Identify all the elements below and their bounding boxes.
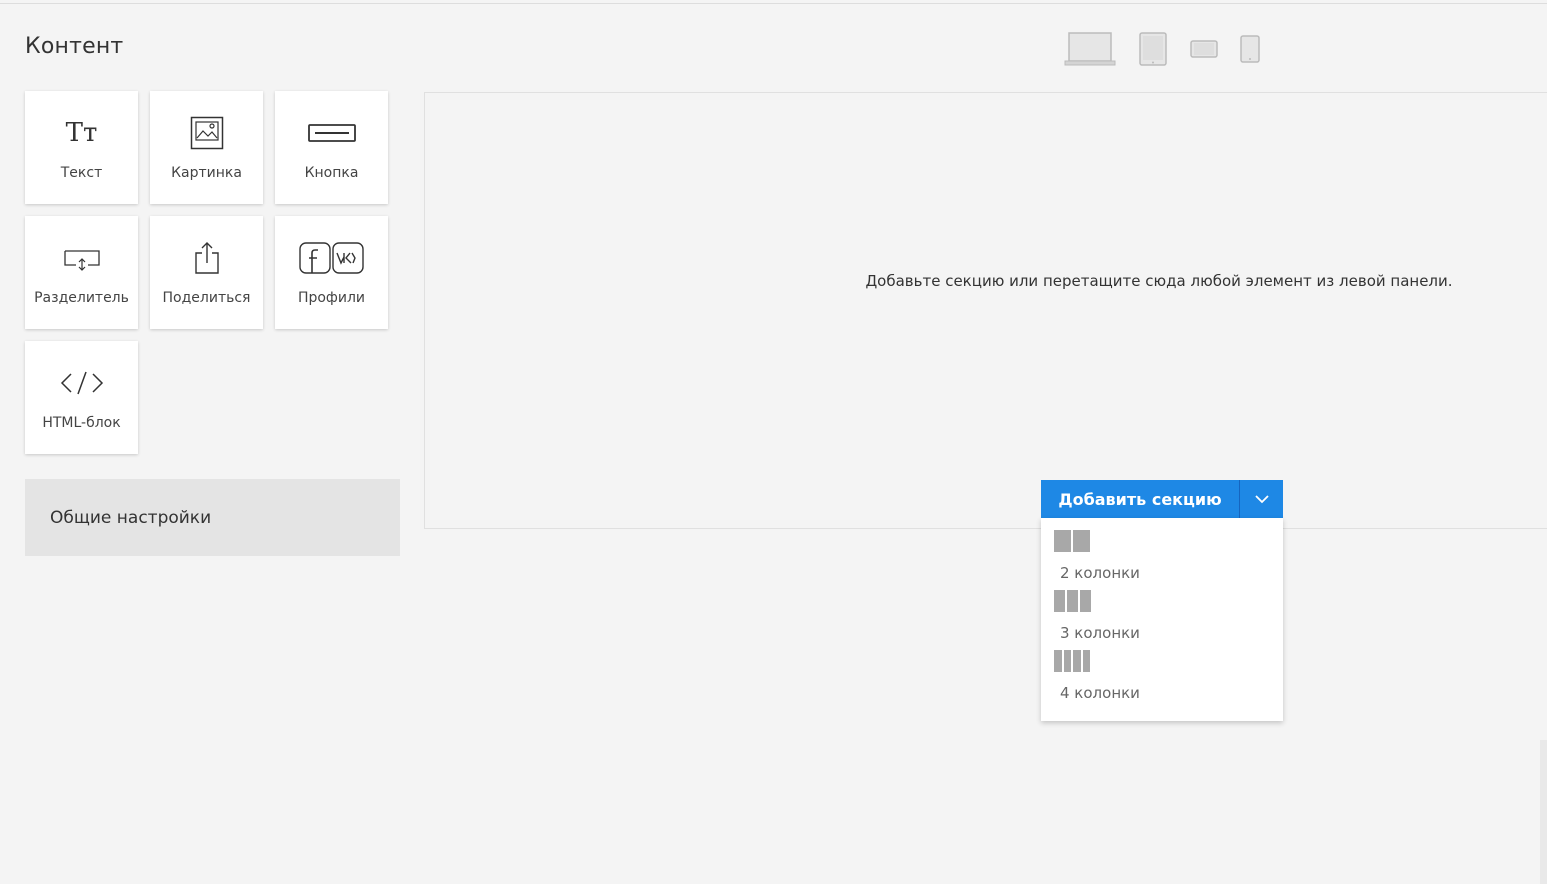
share-icon xyxy=(150,238,263,278)
canvas-empty-message: Добавьте секцию или перетащите сюда любо… xyxy=(865,272,1453,290)
button-icon xyxy=(275,113,388,153)
tile-button[interactable]: Кнопка xyxy=(275,91,388,204)
add-section-dropdown-toggle[interactable] xyxy=(1240,480,1283,518)
tile-text[interactable]: Tт Текст xyxy=(25,91,138,204)
tile-label: Профили xyxy=(297,290,366,306)
desktop-icon[interactable] xyxy=(1064,30,1116,72)
option-3-columns[interactable]: 3 колонки xyxy=(1041,578,1283,642)
two-columns-icon xyxy=(1054,530,1090,552)
tile-label: Текст xyxy=(60,165,103,181)
add-section-button[interactable]: Добавить секцию xyxy=(1041,480,1239,518)
chevron-down-icon xyxy=(1254,495,1269,504)
mobile-icon[interactable] xyxy=(1238,30,1262,72)
general-settings-button[interactable]: Общие настройки xyxy=(25,479,400,556)
option-4-columns[interactable]: 4 колонки xyxy=(1041,638,1283,702)
general-settings-label: Общие настройки xyxy=(50,508,212,528)
tile-label: Разделитель xyxy=(34,290,129,306)
tile-divider[interactable]: Разделитель xyxy=(25,216,138,329)
tile-label: Поделиться xyxy=(162,290,251,306)
four-columns-icon xyxy=(1054,650,1090,672)
tablet-landscape-icon[interactable] xyxy=(1189,30,1219,72)
add-section-dropdown: 2 колонки 3 колонки 4 колонки xyxy=(1041,518,1283,721)
tile-label: Картинка xyxy=(171,165,242,181)
tile-html-block[interactable]: HTML-блок xyxy=(25,341,138,454)
option-label: 4 колонки xyxy=(1060,684,1140,702)
image-icon xyxy=(150,113,263,153)
tile-label: Кнопка xyxy=(304,165,359,181)
text-icon: Tт xyxy=(65,118,98,148)
option-2-columns[interactable]: 2 колонки xyxy=(1041,518,1283,582)
canvas-dropzone[interactable] xyxy=(424,92,1547,529)
top-divider xyxy=(0,3,1547,4)
code-icon xyxy=(25,363,138,403)
right-edge-scroll-area xyxy=(1540,740,1547,884)
panel-title: Контент xyxy=(25,34,124,59)
tile-profiles[interactable]: Профили xyxy=(275,216,388,329)
divider-icon xyxy=(25,238,138,278)
tile-label: HTML-блок xyxy=(42,415,121,431)
social-profiles-icon xyxy=(275,238,388,278)
tile-share[interactable]: Поделиться xyxy=(150,216,263,329)
three-columns-icon xyxy=(1054,590,1091,612)
tablet-portrait-icon[interactable] xyxy=(1138,30,1168,72)
tile-image[interactable]: Картинка xyxy=(150,91,263,204)
